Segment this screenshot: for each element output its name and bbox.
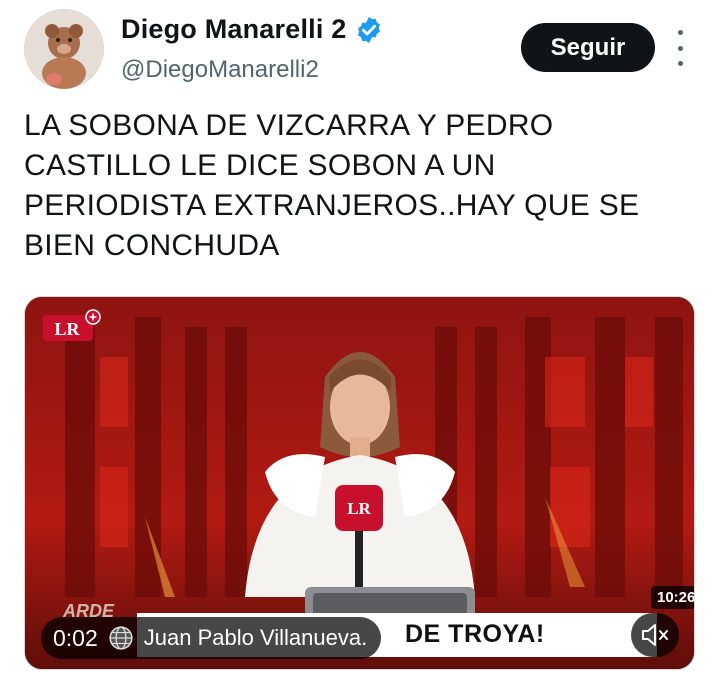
video-source-label: Juan Pablo Villanueva. bbox=[143, 625, 368, 650]
tweet-text-line: LA SOBONA DE VIZCARRA Y PEDRO bbox=[24, 109, 554, 142]
tweet-text-line: CASTILLO LE DICE SOBON A UN bbox=[24, 149, 496, 182]
tweet-text: LA SOBONA DE VIZCARRA Y PEDRO CASTILLO L… bbox=[24, 106, 694, 266]
lr-logo-text: LR bbox=[54, 319, 80, 339]
duration-badge: 10:26 bbox=[651, 586, 694, 609]
tweet-header: Diego Manarelli 2 @DiegoManarelli2 Segui… bbox=[0, 0, 719, 96]
more-vertical-icon[interactable] bbox=[670, 30, 690, 66]
verified-badge-icon bbox=[358, 16, 381, 43]
video-player[interactable]: LR ARDE LR 10:26 DE TROYA! 0:02 Juan Pab… bbox=[24, 296, 695, 670]
video-info-pill[interactable]: 0:02 Juan Pablo Villanueva. bbox=[41, 617, 382, 659]
tweet-text-line: BIEN CONCHUDA bbox=[24, 229, 280, 262]
muted-speaker-icon bbox=[642, 624, 668, 646]
author-avatar[interactable] bbox=[24, 9, 104, 89]
author-name-row: Diego Manarelli 2 bbox=[121, 14, 384, 45]
author-handle[interactable]: @DiegoManarelli2 bbox=[121, 56, 319, 84]
globe-icon bbox=[109, 626, 133, 650]
lower-third-text: DE TROYA! bbox=[405, 620, 545, 648]
avatar-image bbox=[24, 9, 104, 89]
lr-logo-icon: LR bbox=[43, 309, 101, 341]
mute-button[interactable] bbox=[631, 613, 679, 657]
lr-logo: LR bbox=[43, 309, 101, 343]
mic-logo-text: LR bbox=[347, 499, 371, 518]
author-display-name[interactable]: Diego Manarelli 2 bbox=[121, 14, 346, 45]
tweet-text-line: PERIODISTA EXTRANJEROS..HAY QUE SE bbox=[24, 189, 640, 222]
follow-button[interactable]: Seguir bbox=[521, 23, 655, 72]
elapsed-time: 0:02 bbox=[53, 624, 98, 651]
